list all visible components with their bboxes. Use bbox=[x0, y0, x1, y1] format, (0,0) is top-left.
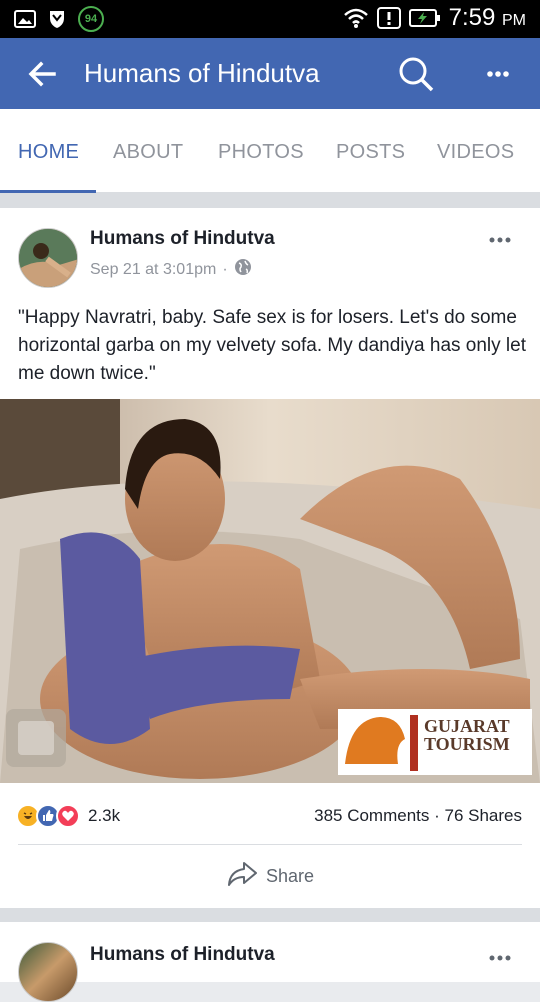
status-time: 7:59 PM bbox=[448, 4, 526, 31]
more-options-icon[interactable] bbox=[478, 60, 518, 88]
watermark-line-1: GUJARAT bbox=[424, 716, 510, 736]
share-arrow-icon bbox=[226, 860, 258, 893]
post-date[interactable]: Sep 21 at 3:01pm bbox=[90, 261, 216, 279]
post-author[interactable]: Humans of Hindutva bbox=[90, 228, 275, 250]
meta-separator: · bbox=[222, 260, 228, 278]
tab-videos[interactable]: VIDEOS bbox=[437, 141, 514, 164]
share-button[interactable]: Share bbox=[226, 860, 314, 893]
alert-icon bbox=[376, 6, 401, 30]
tab-posts[interactable]: POSTS bbox=[336, 141, 405, 164]
app-bar: Humans of Hindutva bbox=[0, 38, 540, 109]
avatar[interactable] bbox=[18, 228, 78, 288]
battery-charging-icon bbox=[408, 8, 441, 28]
watermark-line-2: TOURISM bbox=[424, 734, 510, 754]
post-photo[interactable]: GUJARAT TOURISM bbox=[0, 399, 540, 783]
post-text: "Happy Navratri, baby. Safe sex is for l… bbox=[18, 307, 526, 384]
watermark-text: GUJARAT TOURISM bbox=[424, 717, 510, 753]
shield-icon bbox=[46, 8, 68, 30]
post-meta: Sep 21 at 3:01pm · bbox=[90, 258, 252, 281]
page-title: Humans of Hindutva bbox=[84, 58, 320, 88]
love-icon bbox=[56, 804, 80, 828]
active-tab-indicator bbox=[0, 190, 96, 193]
avatar[interactable] bbox=[18, 942, 78, 1002]
gallery-icon bbox=[14, 9, 36, 29]
tab-home[interactable]: HOME bbox=[18, 141, 79, 164]
search-icon[interactable] bbox=[396, 54, 436, 94]
reactions-summary[interactable]: 2.3k bbox=[16, 804, 120, 828]
action-divider bbox=[18, 844, 522, 845]
post-options-icon[interactable] bbox=[484, 950, 516, 966]
share-label: Share bbox=[266, 866, 315, 886]
wifi-icon bbox=[343, 7, 369, 29]
tabs-divider bbox=[0, 192, 540, 208]
tab-about[interactable]: ABOUT bbox=[113, 141, 183, 164]
next-post-card: Humans of Hindutva bbox=[0, 922, 540, 1002]
post-separator bbox=[0, 908, 540, 922]
comments-shares-count[interactable]: 385 Comments · 76 Shares bbox=[314, 806, 522, 826]
tab-photos[interactable]: PHOTOS bbox=[218, 141, 304, 164]
status-bar: 94 7:59 PM bbox=[0, 0, 540, 38]
post-card: Humans of Hindutva Sep 21 at 3:01pm · "H… bbox=[0, 208, 540, 908]
page-tabs: HOME ABOUT PHOTOS POSTS VIDEOS bbox=[0, 109, 540, 194]
reaction-count: 2.3k bbox=[88, 806, 121, 825]
post-author[interactable]: Humans of Hindutva bbox=[90, 944, 275, 966]
back-arrow-icon[interactable] bbox=[26, 58, 58, 90]
battery-saver-badge: 94 bbox=[78, 6, 104, 32]
globe-icon bbox=[234, 258, 252, 281]
post-options-icon[interactable] bbox=[484, 232, 516, 248]
